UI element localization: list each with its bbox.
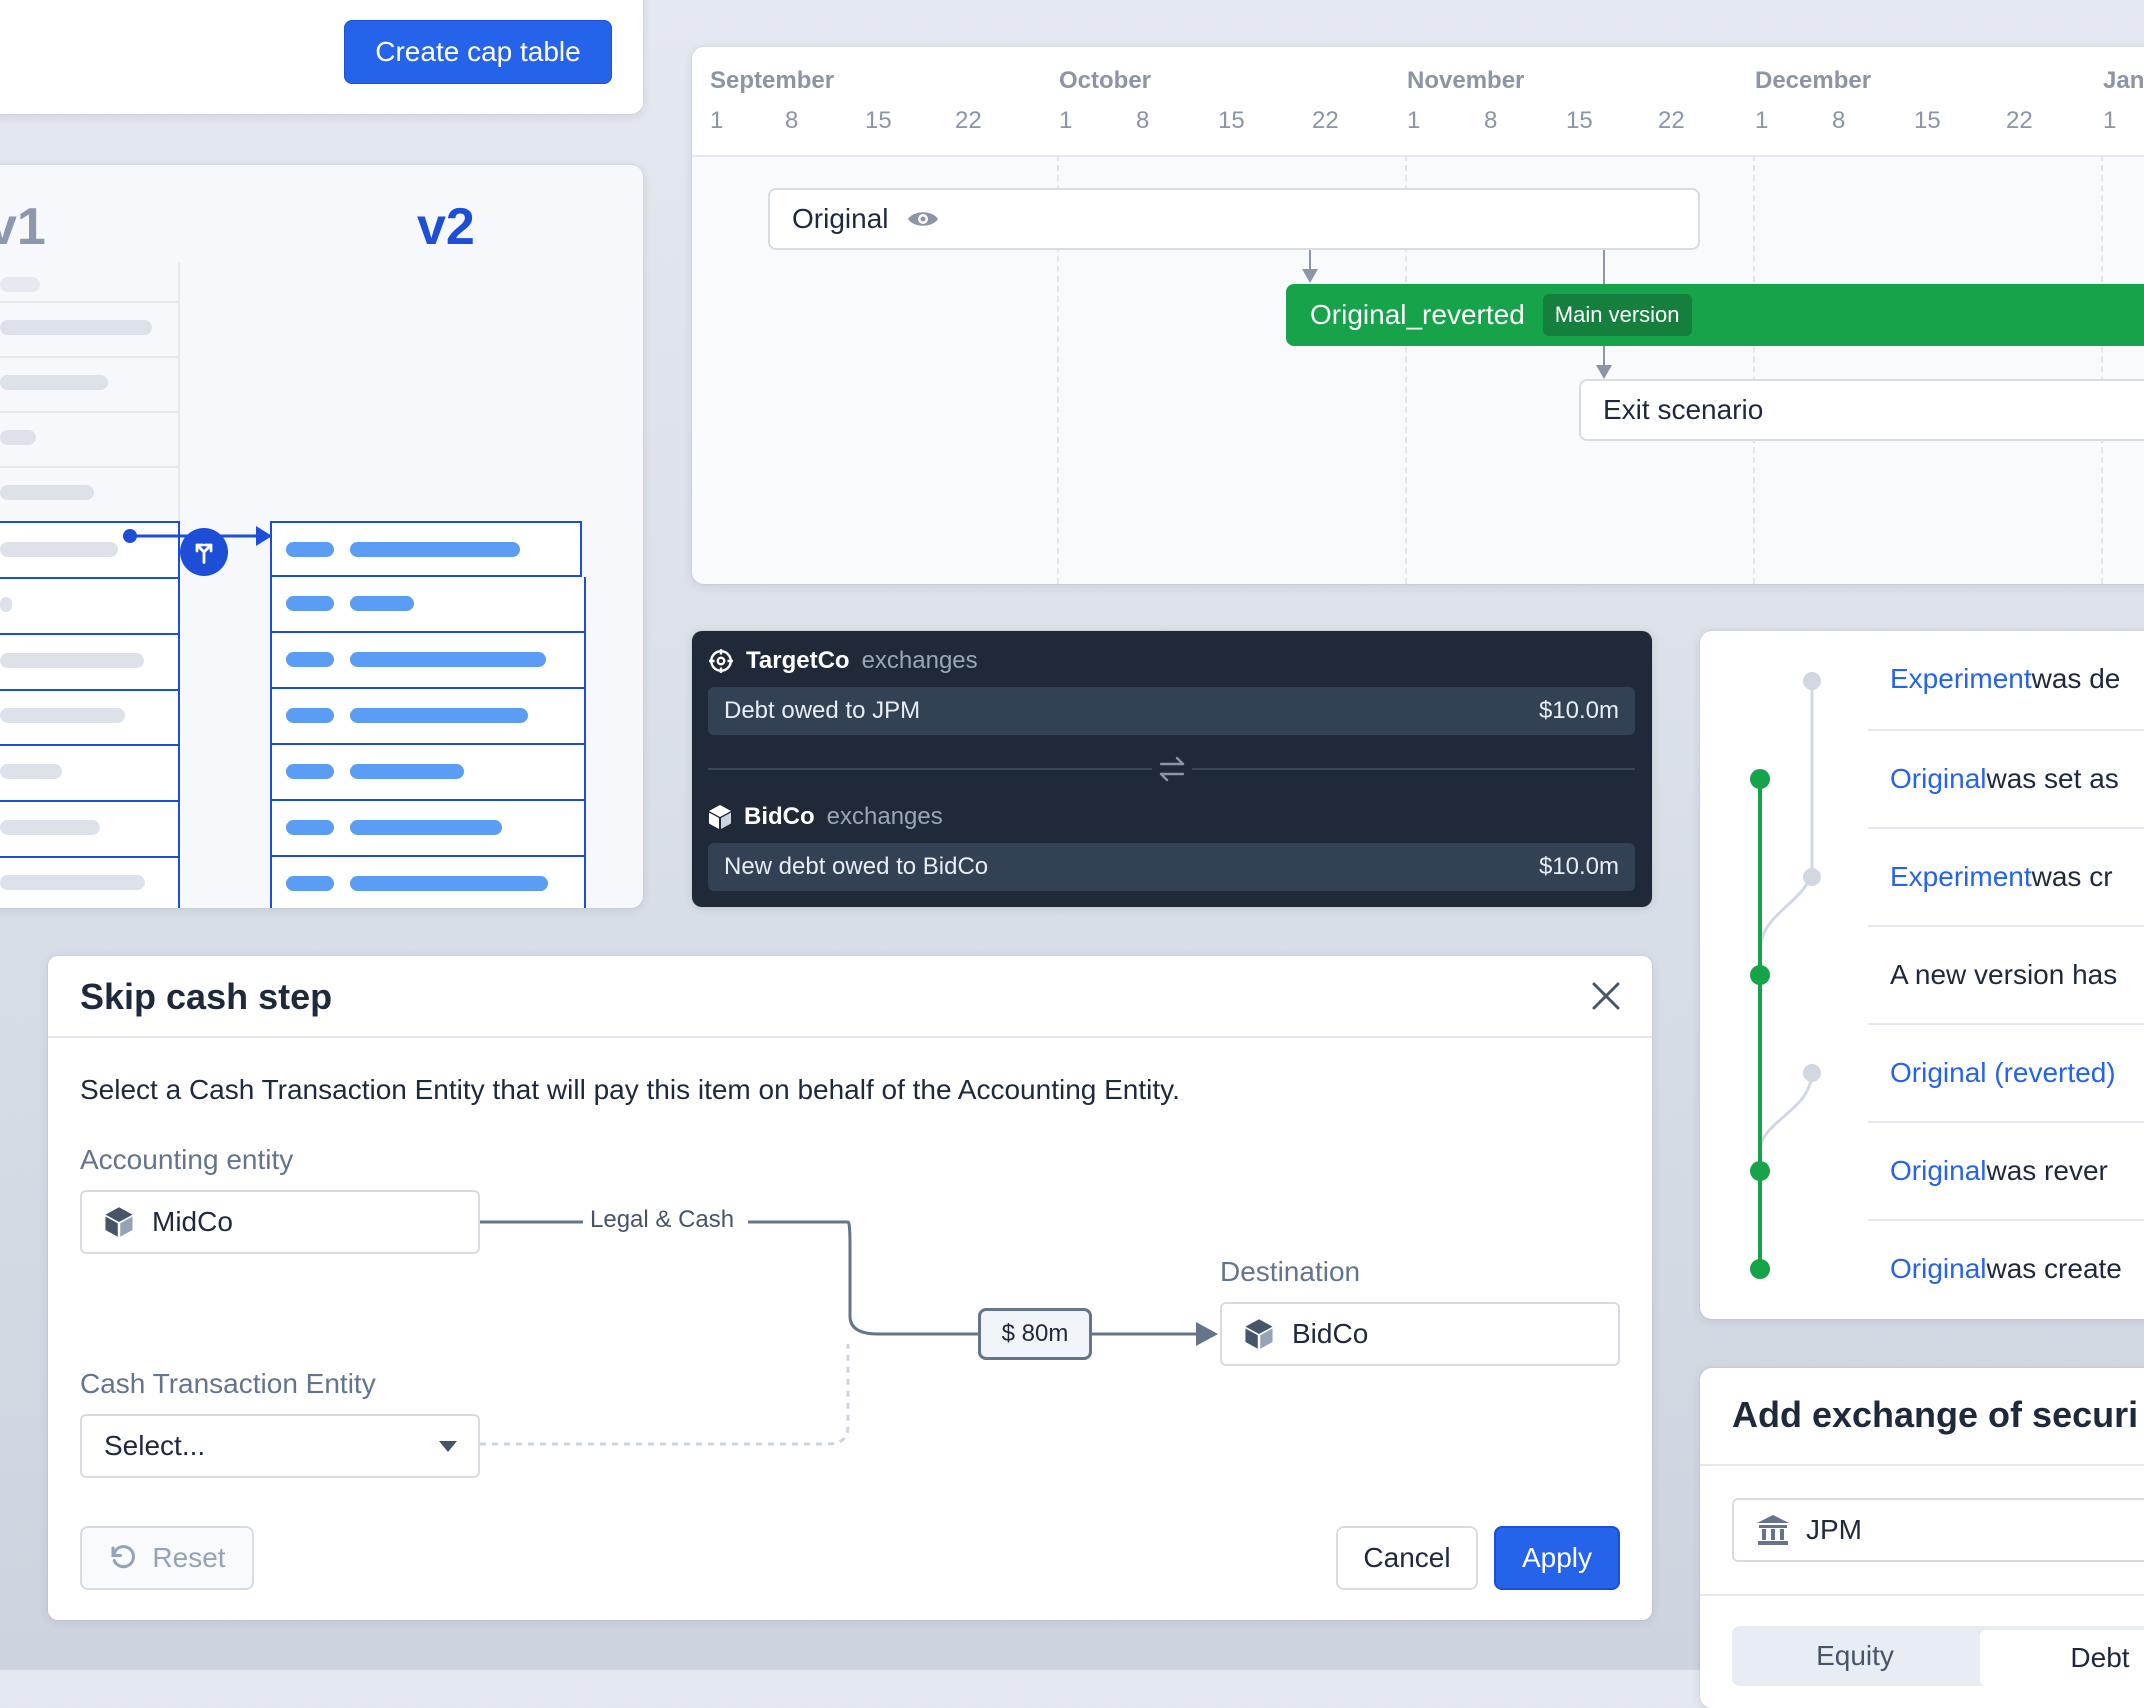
version-exit-scenario[interactable]: Exit scenario bbox=[1579, 379, 2144, 441]
history-item-text: was create bbox=[1986, 1253, 2122, 1284]
history-item-text: was rever bbox=[1986, 1155, 2108, 1186]
exchange-top-amount: $10.0m bbox=[1538, 697, 1619, 724]
history-item[interactable]: Original was create bbox=[1868, 1219, 2144, 1317]
history-item[interactable]: A new version has bbox=[1868, 925, 2144, 1023]
v2-row bbox=[270, 745, 586, 801]
security-type-tabs: Equity Debt bbox=[1732, 1626, 2144, 1686]
v1-row-bar bbox=[0, 597, 12, 612]
main-version-badge: Main version bbox=[1542, 294, 1692, 336]
history-item[interactable]: Experiment was de bbox=[1868, 631, 2144, 727]
history-item-text: A new version has bbox=[1890, 959, 2118, 990]
history-item-link[interactable]: Original bbox=[1890, 1155, 1986, 1187]
eye-icon[interactable] bbox=[906, 208, 940, 230]
history-card: Experiment was de Original was set as Ex… bbox=[1700, 631, 2144, 1319]
cash-entity-placeholder: Select... bbox=[104, 1430, 206, 1461]
v2-row bbox=[270, 689, 586, 745]
version-compare-card: v1 v2 bbox=[0, 165, 643, 908]
chevron-down-icon bbox=[439, 1441, 457, 1452]
skip-cash-step-modal: Skip cash step Select a Cash Transaction… bbox=[48, 956, 1652, 1620]
version-timeline: September October November December Jan … bbox=[692, 47, 2144, 584]
v1-row-bar bbox=[0, 708, 125, 723]
cube-icon bbox=[1245, 1319, 1273, 1349]
destination-field: BidCo bbox=[1220, 1302, 1620, 1366]
history-item-text: was cr bbox=[2031, 861, 2113, 892]
history-item-link[interactable]: Experiment bbox=[1890, 663, 2032, 695]
exchange-bottom-row: New debt owed to BidCo $10.0m bbox=[708, 843, 1635, 891]
v2-label: v2 bbox=[417, 198, 475, 256]
cash-entity-label: Cash Transaction Entity bbox=[80, 1368, 376, 1399]
destination-label: Destination bbox=[1220, 1256, 1361, 1287]
v2-row bbox=[270, 577, 586, 633]
v1-selected-rows bbox=[0, 521, 180, 908]
version-original[interactable]: Original bbox=[768, 188, 1700, 250]
exchange-top-sub: exchanges bbox=[861, 647, 978, 674]
history-item-link[interactable]: Original bbox=[1890, 1253, 1986, 1285]
history-item-text: was set as bbox=[1986, 763, 2119, 794]
exchange-bottom-header: BidCo exchanges bbox=[708, 803, 943, 831]
exchange-card: TargetCo exchanges Debt owed to JPM $10.… bbox=[692, 631, 1652, 907]
history-item[interactable]: Original was rever bbox=[1868, 1121, 2144, 1219]
history-item-link[interactable]: Original bbox=[1890, 763, 1986, 795]
entity-value: JPM bbox=[1806, 1514, 1862, 1545]
create-cap-table-button[interactable]: Create cap table bbox=[344, 20, 612, 84]
v1-row-bar bbox=[0, 320, 152, 335]
reset-button[interactable]: Reset bbox=[80, 1526, 254, 1590]
cancel-button[interactable]: Cancel bbox=[1336, 1526, 1478, 1590]
exchange-bottom-amount: $10.0m bbox=[1538, 853, 1619, 880]
history-item-text: was de bbox=[2031, 663, 2121, 694]
cash-entity-select[interactable]: Select... bbox=[80, 1414, 480, 1478]
legal-cash-edge-label: Legal & Cash bbox=[590, 1206, 735, 1233]
version-original-reverted[interactable]: Original_reverted Main version bbox=[1286, 284, 2144, 346]
v1-row-bar bbox=[0, 430, 36, 445]
flow-connectors bbox=[480, 1220, 1218, 1446]
bank-icon bbox=[1757, 1515, 1789, 1545]
entity-field[interactable]: JPM bbox=[1732, 1498, 2144, 1562]
swap-icon bbox=[1152, 753, 1192, 785]
cube-icon bbox=[709, 805, 731, 829]
v2-row bbox=[270, 633, 586, 689]
history-item[interactable]: Original was set as bbox=[1868, 729, 2144, 827]
v1-row-bar bbox=[0, 764, 62, 779]
exchange-bottom-item: New debt owed to BidCo bbox=[724, 853, 989, 880]
history-item[interactable]: Original (reverted) bbox=[1868, 1023, 2144, 1121]
v1-row-bar bbox=[0, 653, 144, 668]
exchange-bottom-entity: BidCo bbox=[744, 803, 815, 830]
reset-label: Reset bbox=[152, 1542, 226, 1573]
cap-table-card: Create cap table bbox=[0, 0, 643, 114]
add-exchange-card: Add exchange of securi JPM Equity Debt bbox=[1700, 1368, 2144, 1708]
v2-row bbox=[270, 801, 586, 857]
exchange-bottom-sub: exchanges bbox=[826, 803, 943, 830]
merge-icon[interactable] bbox=[180, 528, 228, 576]
reset-icon bbox=[111, 1545, 136, 1569]
v2-row bbox=[270, 857, 586, 908]
exchange-top-header: TargetCo exchanges bbox=[708, 647, 978, 675]
apply-button[interactable]: Apply bbox=[1494, 1526, 1620, 1590]
v2-row bbox=[270, 521, 582, 577]
v1-row-bar bbox=[0, 277, 40, 292]
v1-row-bar bbox=[0, 485, 94, 500]
v1-row-bar bbox=[0, 875, 145, 890]
add-exchange-title: Add exchange of securi bbox=[1732, 1394, 2139, 1435]
exchange-top-entity: TargetCo bbox=[746, 647, 850, 674]
exchange-top-row: Debt owed to JPM $10.0m bbox=[708, 687, 1635, 735]
tab-equity[interactable]: Equity bbox=[1732, 1626, 1978, 1686]
v1-row-bar bbox=[0, 542, 118, 557]
version-original-label: Original bbox=[792, 203, 889, 234]
version-exit-label: Exit scenario bbox=[1603, 394, 1764, 425]
target-icon bbox=[709, 649, 733, 673]
destination-value: BidCo bbox=[1292, 1318, 1369, 1349]
tab-debt[interactable]: Debt bbox=[1980, 1630, 2144, 1686]
v1-row-bar bbox=[0, 820, 100, 835]
history-item-link[interactable]: Experiment bbox=[1890, 861, 2032, 893]
amount-badge: $ 80m bbox=[978, 1308, 1092, 1360]
history-item[interactable]: Experiment was cr bbox=[1868, 827, 2144, 925]
version-reverted-label: Original_reverted bbox=[1310, 299, 1525, 330]
v1-label: v1 bbox=[0, 198, 46, 256]
history-item-link[interactable]: Original (reverted) bbox=[1890, 1057, 2116, 1089]
exchange-top-item: Debt owed to JPM bbox=[724, 697, 921, 724]
v1-row-bar bbox=[0, 375, 108, 390]
